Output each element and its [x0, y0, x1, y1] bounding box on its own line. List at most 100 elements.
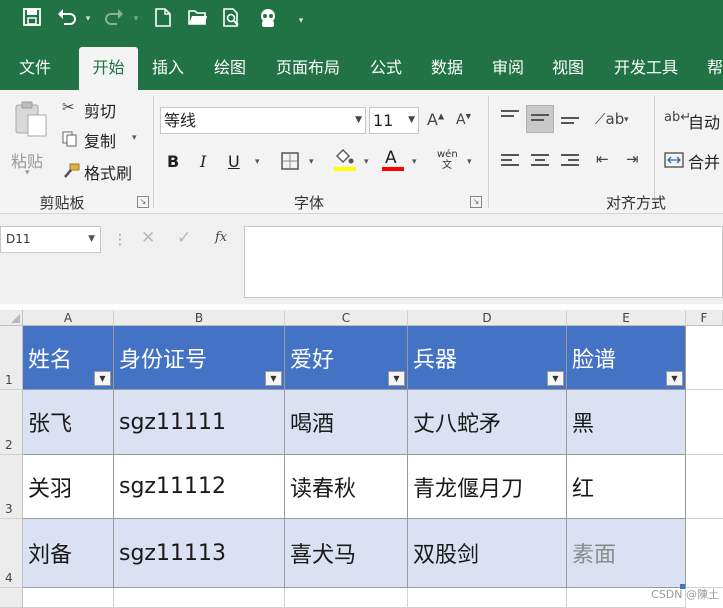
borders-icon[interactable] — [281, 152, 299, 170]
redo-dropdown-icon[interactable]: ▾ — [131, 12, 141, 26]
column-header-f[interactable]: F — [686, 310, 723, 326]
align-top-icon[interactable] — [501, 110, 519, 124]
table-header-cell[interactable]: 兵器 ▼ — [408, 326, 567, 390]
select-all-button[interactable] — [0, 310, 23, 326]
filter-dropdown-icon[interactable]: ▼ — [547, 371, 564, 386]
table-cell[interactable]: sgz11112 — [114, 455, 285, 519]
font-color-button[interactable]: A — [381, 148, 405, 174]
row-header-1[interactable]: 1 — [0, 326, 23, 390]
copy-button[interactable]: 复制 ▾ — [60, 128, 144, 151]
filter-dropdown-icon[interactable]: ▼ — [666, 371, 683, 386]
undo-dropdown-icon[interactable]: ▾ — [83, 12, 93, 26]
table-cell[interactable]: 张飞 — [23, 390, 114, 455]
decrease-font-size-icon[interactable]: A▼ — [456, 112, 471, 128]
align-right-icon[interactable] — [561, 154, 579, 168]
table-cell[interactable]: sgz11113 — [114, 519, 285, 588]
bold-button[interactable]: B — [167, 152, 179, 171]
empty-cell[interactable] — [114, 588, 285, 608]
align-center-icon[interactable] — [531, 154, 549, 168]
table-cell[interactable]: 喝酒 — [285, 390, 408, 455]
clipboard-launcher-icon[interactable]: ↘ — [137, 196, 149, 208]
align-middle-button[interactable] — [526, 105, 554, 133]
row-header-2[interactable]: 2 — [0, 390, 23, 455]
align-bottom-icon[interactable] — [561, 117, 579, 131]
empty-cell[interactable] — [408, 588, 567, 608]
customize-qat-icon[interactable]: ▾ — [296, 14, 306, 28]
font-size-combo[interactable]: 11 ▼ — [369, 107, 419, 134]
table-header-cell[interactable]: 脸谱 ▼ — [567, 326, 686, 390]
fill-color-button[interactable] — [333, 148, 357, 174]
decrease-indent-icon[interactable]: ⇤ — [596, 150, 609, 168]
row-header-5[interactable] — [0, 588, 23, 608]
empty-cell[interactable] — [23, 588, 114, 608]
empty-cell[interactable] — [686, 455, 723, 519]
filter-dropdown-icon[interactable]: ▼ — [265, 371, 282, 386]
orientation-dropdown-icon[interactable]: ▾ — [624, 115, 629, 125]
name-box[interactable]: D11 ▼ — [0, 226, 101, 253]
table-cell[interactable]: 青龙偃月刀 — [408, 455, 567, 519]
save-icon[interactable] — [19, 8, 45, 34]
table-header-cell[interactable]: 姓名 ▼ — [23, 326, 114, 390]
table-cell[interactable]: 刘备 — [23, 519, 114, 588]
tab-insert[interactable]: 插入 — [142, 47, 194, 90]
table-header-cell[interactable]: 爱好 ▼ — [285, 326, 408, 390]
tab-file[interactable]: 文件 — [10, 47, 60, 90]
open-folder-icon[interactable] — [185, 8, 211, 34]
tab-page-layout[interactable]: 页面布局 — [266, 47, 350, 90]
phonetic-dropdown-icon[interactable]: ▾ — [467, 157, 472, 167]
filter-dropdown-icon[interactable]: ▼ — [388, 371, 405, 386]
insert-function-icon[interactable]: fx — [215, 230, 227, 245]
table-cell[interactable]: 喜犬马 — [285, 519, 408, 588]
table-cell[interactable]: 双股剑 — [408, 519, 567, 588]
underline-dropdown-icon[interactable]: ▾ — [255, 157, 260, 167]
row-header-4[interactable]: 4 — [0, 519, 23, 588]
tab-review[interactable]: 审阅 — [481, 47, 535, 90]
empty-cell[interactable] — [686, 519, 723, 588]
touch-mode-icon[interactable] — [255, 8, 281, 34]
print-preview-icon[interactable] — [219, 8, 245, 34]
table-cell[interactable]: 读春秋 — [285, 455, 408, 519]
table-header-cell[interactable]: 身份证号 ▼ — [114, 326, 285, 390]
increase-font-size-icon[interactable]: A▲ — [427, 110, 444, 129]
table-cell[interactable]: 红 — [567, 455, 686, 519]
tab-data[interactable]: 数据 — [420, 47, 474, 90]
cancel-icon[interactable]: ✕ — [141, 228, 155, 248]
column-header-e[interactable]: E — [567, 310, 686, 326]
paste-button[interactable]: 粘贴 ▾ — [6, 96, 52, 180]
column-header-d[interactable]: D — [408, 310, 567, 326]
tab-home[interactable]: 开始 — [79, 47, 138, 90]
new-file-icon[interactable] — [150, 8, 176, 34]
phonetic-guide-icon[interactable]: wén文 — [437, 149, 458, 171]
empty-cell[interactable] — [285, 588, 408, 608]
table-cell[interactable]: sgz11111 — [114, 390, 285, 455]
empty-cell[interactable] — [686, 390, 723, 455]
merge-center-label[interactable]: 合并 — [688, 149, 720, 173]
formula-input[interactable] — [244, 226, 723, 298]
tab-help[interactable]: 帮 — [700, 47, 723, 90]
text-orientation-icon[interactable]: ⟋ab — [595, 110, 624, 128]
merge-cells-icon[interactable] — [664, 152, 684, 168]
font-name-combo[interactable]: 等线 ▼ — [160, 107, 366, 134]
underline-button[interactable]: U — [228, 152, 240, 171]
column-header-c[interactable]: C — [285, 310, 408, 326]
align-left-icon[interactable] — [501, 154, 519, 168]
increase-indent-icon[interactable]: ⇥ — [626, 150, 639, 168]
formula-bar-grip-icon[interactable]: ⋮ — [113, 232, 127, 248]
column-header-b[interactable]: B — [114, 310, 285, 326]
row-header-3[interactable]: 3 — [0, 455, 23, 519]
tab-developer[interactable]: 开发工具 — [604, 47, 688, 90]
fill-color-dropdown-icon[interactable]: ▾ — [364, 157, 369, 167]
redo-icon[interactable] — [101, 8, 127, 34]
italic-button[interactable]: I — [200, 152, 206, 171]
table-cell[interactable]: 黑 — [567, 390, 686, 455]
table-cell[interactable]: 关羽 — [23, 455, 114, 519]
table-cell[interactable]: 素面 — [567, 519, 686, 588]
font-color-dropdown-icon[interactable]: ▾ — [412, 157, 417, 167]
format-painter-button[interactable]: 格式刷 — [60, 160, 140, 183]
table-cell[interactable]: 丈八蛇矛 — [408, 390, 567, 455]
tab-view[interactable]: 视图 — [541, 47, 595, 90]
cut-button[interactable]: ✂ 剪切 — [60, 98, 132, 121]
borders-dropdown-icon[interactable]: ▾ — [309, 157, 314, 167]
confirm-icon[interactable]: ✓ — [177, 228, 191, 248]
tab-draw[interactable]: 绘图 — [203, 47, 257, 90]
